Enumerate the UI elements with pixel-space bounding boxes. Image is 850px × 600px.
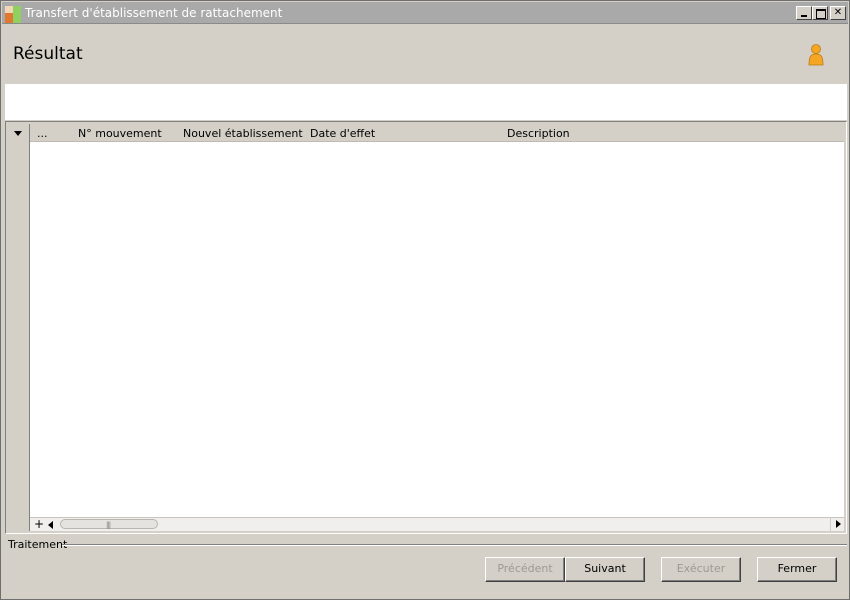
section-label: Traitement xyxy=(8,538,68,551)
row-selector-column xyxy=(8,124,30,531)
close-window-button[interactable]: ✕ xyxy=(830,6,846,20)
horizontal-scrollbar[interactable]: + ||| xyxy=(30,517,844,531)
scroll-right-button[interactable] xyxy=(830,518,844,531)
execute-button[interactable]: Exécuter xyxy=(661,557,741,582)
column-header-new-establishment[interactable]: Nouvel établissement xyxy=(183,127,303,140)
scrollbar-grip: ||| xyxy=(106,521,111,529)
column-header-options[interactable]: ... xyxy=(37,127,48,140)
grid-body[interactable]: ... N° mouvement Nouvel établissement Da… xyxy=(30,124,844,517)
previous-button[interactable]: Précédent xyxy=(485,557,565,582)
app-icon xyxy=(5,6,22,23)
section-divider xyxy=(62,544,847,546)
close-icon: ✕ xyxy=(833,7,843,18)
scrollbar-thumb[interactable]: ||| xyxy=(60,519,158,529)
page-title: Résultat xyxy=(13,44,83,64)
column-header-effective-date[interactable]: Date d'effet xyxy=(310,127,375,140)
column-header-movement-number[interactable]: N° mouvement xyxy=(78,127,162,140)
main-window: Transfert d'établissement de rattachemen… xyxy=(0,0,850,600)
add-row-icon[interactable]: + xyxy=(34,517,44,531)
column-header-description[interactable]: Description xyxy=(507,127,570,140)
grid-header: ... N° mouvement Nouvel établissement Da… xyxy=(30,124,844,142)
scroll-left-icon[interactable] xyxy=(48,521,53,529)
window-title: Transfert d'établissement de rattachemen… xyxy=(25,6,283,20)
close-button[interactable]: Fermer xyxy=(757,557,837,582)
user-icon[interactable] xyxy=(807,43,825,67)
scroll-right-icon xyxy=(836,520,841,528)
maximize-button[interactable] xyxy=(812,6,828,20)
results-grid: ... N° mouvement Nouvel établissement Da… xyxy=(5,121,847,534)
title-bar[interactable]: Transfert d'établissement de rattachemen… xyxy=(2,2,848,24)
minimize-button[interactable] xyxy=(796,6,812,20)
next-button[interactable]: Suivant xyxy=(565,557,645,582)
filter-panel xyxy=(5,84,847,120)
expand-dropdown-icon[interactable] xyxy=(14,131,22,136)
